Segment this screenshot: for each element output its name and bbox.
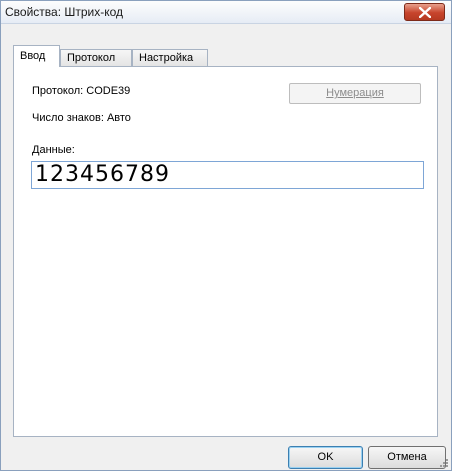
tab-input[interactable]: Ввод — [13, 45, 60, 67]
tab-settings-label: Настройка — [139, 52, 194, 64]
data-label: Данные: — [32, 144, 75, 156]
tab-protocol-label: Протокол — [67, 52, 116, 64]
tab-protocol[interactable]: Протокол — [60, 49, 132, 66]
data-input[interactable]: 123456789 — [31, 161, 424, 189]
cancel-button[interactable]: Отмена — [368, 446, 446, 469]
close-button[interactable] — [404, 3, 445, 21]
protocol-label: Протокол: CODE39 — [32, 85, 131, 97]
title-bar[interactable]: Свойства: Штрих-код — [1, 1, 451, 24]
ok-button[interactable]: OK — [288, 446, 363, 469]
tab-strip: Ввод Протокол Настройка — [13, 45, 433, 67]
tab-settings[interactable]: Настройка — [132, 49, 208, 66]
dialog-window: Свойства: Штрих-код Ввод Протокол Настро… — [0, 0, 452, 471]
numbering-button[interactable]: Нумерация — [289, 83, 421, 104]
char-count-label: Число знаков: Авто — [32, 112, 131, 124]
resize-grip-icon[interactable] — [439, 458, 449, 468]
tab-input-label: Ввод — [20, 50, 46, 62]
tab-panel-input: Протокол: CODE39 Нумерация Число знаков:… — [13, 66, 438, 437]
window-title: Свойства: Штрих-код — [5, 5, 124, 19]
close-icon — [419, 7, 431, 18]
